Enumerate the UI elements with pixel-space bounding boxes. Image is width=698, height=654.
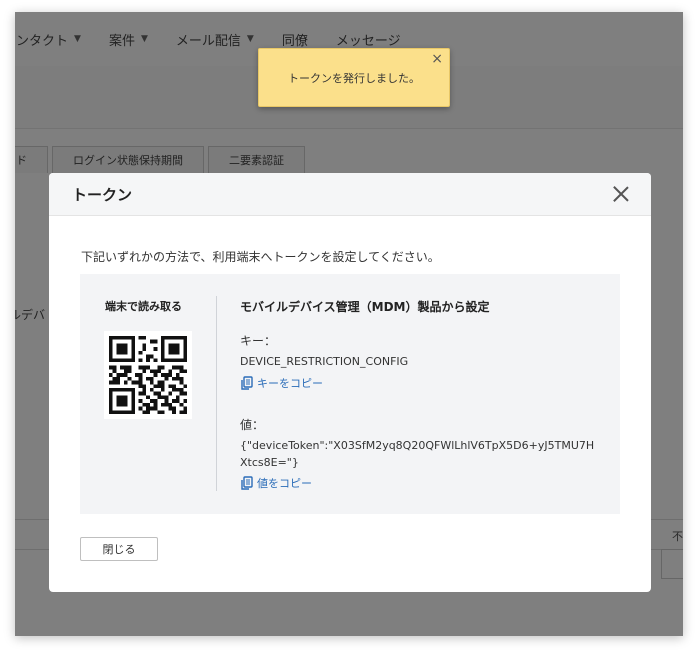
value-label: 値： (240, 418, 265, 432)
toast-notification: トークンを発行しました。 × (258, 48, 450, 107)
dialog-title: トークン (72, 185, 133, 204)
copy-value-link[interactable]: 値をコピー (240, 475, 312, 491)
copy-icon (241, 376, 253, 390)
copy-key-label: キーをコピー (257, 377, 323, 390)
qr-code (104, 331, 192, 419)
close-icon[interactable]: × (431, 51, 443, 67)
close-button[interactable]: 閉じる (80, 537, 158, 561)
mdm-heading: モバイルデバイス管理（MDM）製品から設定 (240, 300, 490, 314)
copy-value-label: 値をコピー (257, 477, 312, 490)
qr-heading: 端末で読み取る (105, 300, 182, 313)
close-icon[interactable] (611, 184, 631, 204)
copy-key-link[interactable]: キーをコピー (240, 375, 323, 391)
section-divider (216, 296, 217, 491)
copy-icon (241, 476, 253, 490)
dialog-header: トークン (49, 173, 651, 216)
key-label: キー： (240, 334, 277, 348)
qr-section: 端末で読み取る (80, 274, 217, 489)
key-value: DEVICE_RESTRICTION_CONFIG (240, 355, 409, 368)
value-text: {"deviceToken":"X03SfM2yq8Q20QFWlLhlV6Tp… (240, 439, 595, 469)
qr-code-icon (109, 336, 187, 414)
token-dialog: トークン 下記いずれかの方法で、利用端末へトークンを設定してください。 端末で読… (49, 173, 651, 592)
instruction-text: 下記いずれかの方法で、利用端末へトークンを設定してください。 (81, 250, 440, 264)
toast-message: トークンを発行しました。 (288, 71, 420, 85)
token-panel: 端末で読み取る モバイルデバイス管理（MDM）製品から設定 キー： DEVICE… (80, 274, 620, 514)
